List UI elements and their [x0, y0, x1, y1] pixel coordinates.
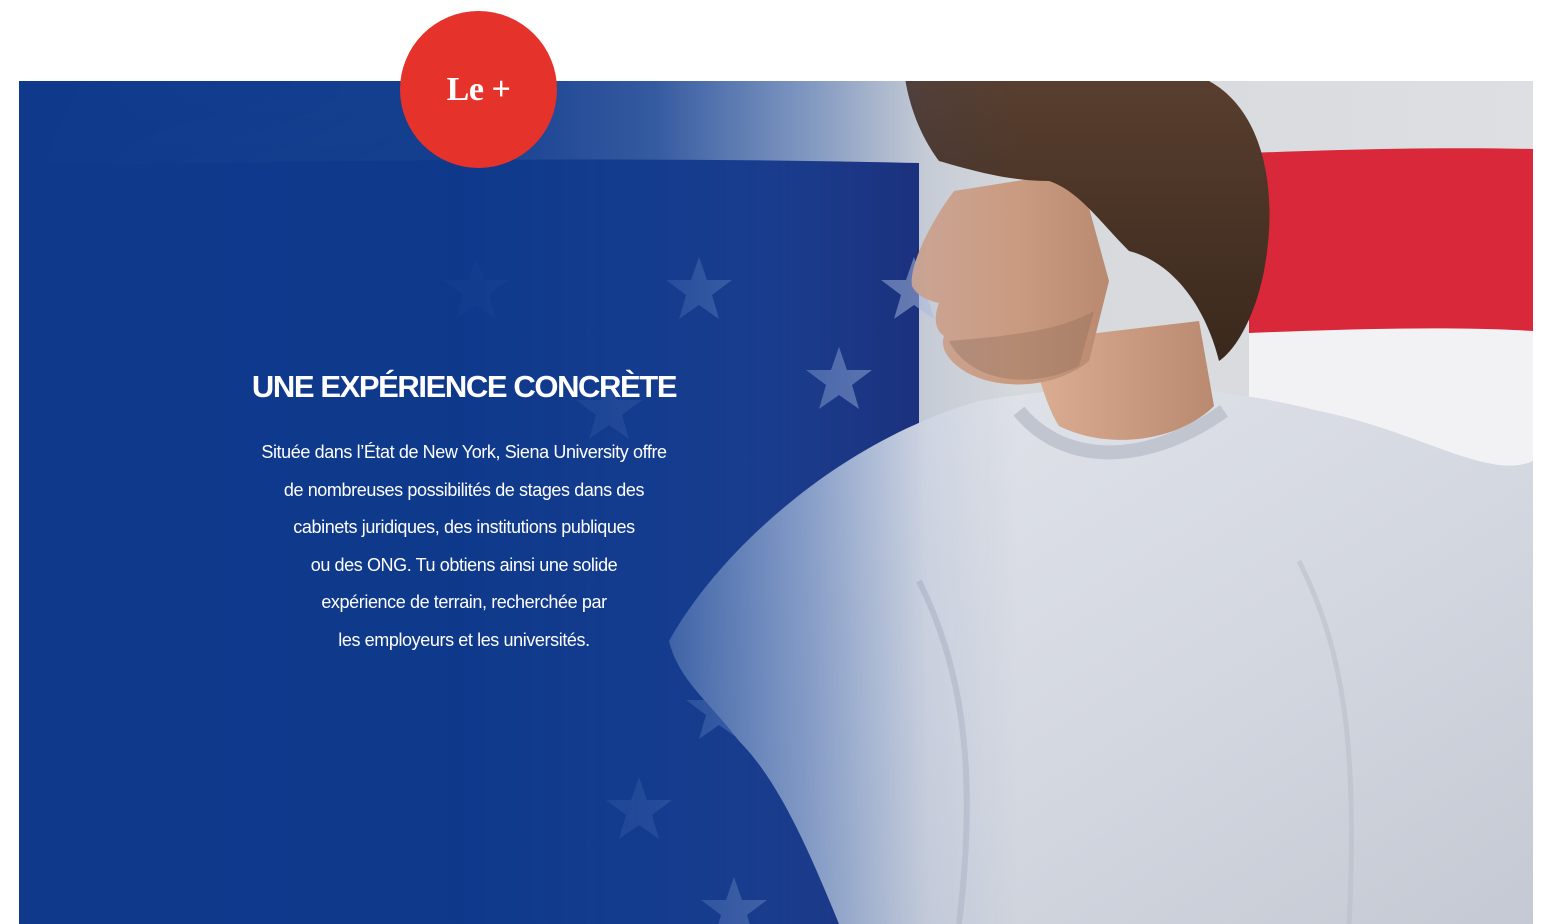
- page: UNE EXPÉRIENCE CONCRÈTE Située dans l’Ét…: [0, 0, 1544, 924]
- body-line: ou des ONG. Tu obtiens ainsi une solide: [310, 554, 618, 575]
- le-plus-badge: Le +: [400, 11, 557, 168]
- body-line: de nombreuses possibilités de stages dan…: [283, 479, 645, 500]
- section-body: Située dans l’État de New York, Siena Un…: [199, 434, 729, 659]
- badge-label: Le +: [446, 70, 511, 108]
- content-block: UNE EXPÉRIENCE CONCRÈTE Située dans l’Ét…: [199, 367, 729, 659]
- body-line: Située dans l’État de New York, Siena Un…: [261, 442, 667, 462]
- body-line: cabinets juridiques, des institutions pu…: [293, 517, 635, 537]
- body-line: les employeurs et les universités.: [338, 629, 590, 650]
- section-title: UNE EXPÉRIENCE CONCRÈTE: [251, 369, 678, 404]
- body-line: expérience de terrain, recherchée par: [321, 592, 607, 612]
- hero-section: UNE EXPÉRIENCE CONCRÈTE Située dans l’Ét…: [19, 81, 1533, 924]
